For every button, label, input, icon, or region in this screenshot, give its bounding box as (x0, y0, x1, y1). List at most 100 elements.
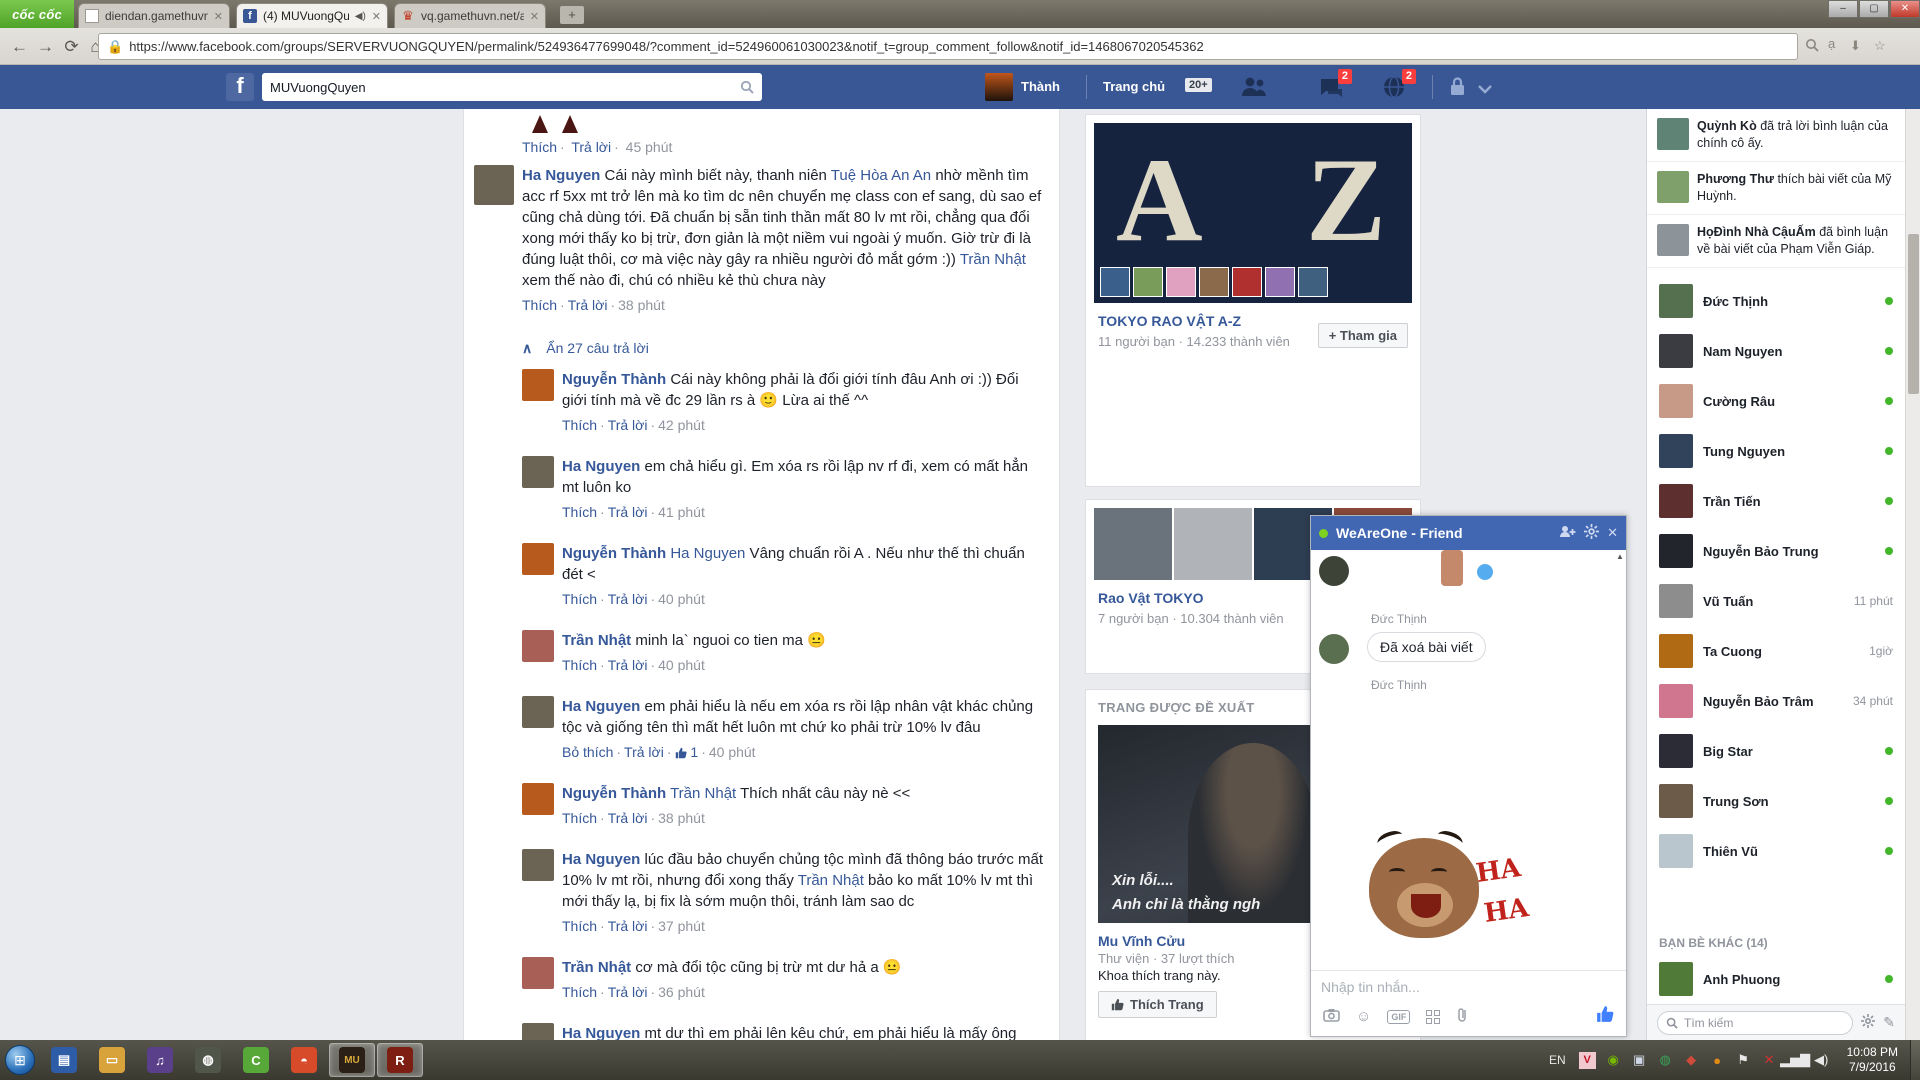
friend-requests-icon[interactable] (1240, 75, 1268, 99)
reply-link[interactable]: Trả lời (568, 297, 608, 313)
contact-row[interactable]: Vũ Tuấn11 phút (1647, 576, 1905, 626)
emoji-smiley-icon[interactable]: ☺ (1356, 1008, 1371, 1025)
like-link[interactable]: Thích (522, 297, 557, 313)
gear-icon[interactable] (1584, 524, 1599, 542)
mention-link[interactable]: Ha Nguyen (670, 545, 745, 562)
contact-row[interactable]: Anh Phuong (1647, 954, 1905, 1004)
camera-icon[interactable] (1323, 1008, 1340, 1026)
search-icon[interactable] (740, 80, 754, 94)
reply-link[interactable]: Trả lời (608, 504, 648, 520)
like-link[interactable]: Thích (562, 417, 597, 433)
like-link[interactable]: Thích (522, 139, 557, 155)
messages-icon[interactable]: 2 (1318, 75, 1346, 99)
unikey-icon[interactable]: V (1579, 1052, 1596, 1069)
contact-row[interactable]: Trần Tiến (1647, 476, 1905, 526)
reply-link[interactable]: Trả lời (608, 810, 648, 826)
group-cover-photo[interactable]: A Z (1094, 123, 1412, 303)
start-button[interactable]: ⊞ (0, 1040, 40, 1080)
mention-link[interactable]: Trần Nhật (670, 785, 736, 802)
chat-settings-gear-icon[interactable] (1861, 1014, 1875, 1031)
contact-row[interactable]: Ta Cuong1giờ (1647, 626, 1905, 676)
reload-icon[interactable]: ⟳ (58, 33, 85, 60)
profile-avatar[interactable] (985, 73, 1013, 101)
new-message-pencil-icon[interactable]: ✎ (1883, 1014, 1895, 1031)
like-count[interactable]: 1 (675, 744, 699, 760)
facebook-search-input[interactable]: MUVuongQuyen (262, 73, 762, 101)
contact-row[interactable]: Nguyễn Bảo Trâm34 phút (1647, 676, 1905, 726)
signal-icon[interactable]: ▂▅▇ (1787, 1052, 1804, 1069)
comment-author-link[interactable]: Ha Nguyen (562, 458, 640, 475)
like-link[interactable]: Thích (562, 984, 597, 1000)
reply-link[interactable]: Trả lời (608, 417, 648, 433)
comment-author-link[interactable]: Ha Nguyen (562, 1025, 640, 1040)
like-link[interactable]: Thích (562, 657, 597, 673)
chat-message-input[interactable]: Nhập tin nhắn... (1311, 970, 1626, 999)
forward-icon[interactable]: → (32, 33, 59, 60)
ccleaner-icon[interactable]: ◆ (1683, 1052, 1700, 1069)
display-icon[interactable]: ▣ (1631, 1052, 1648, 1069)
maximize-button[interactable]: ▢ (1859, 0, 1889, 18)
browser-scrollbar[interactable] (1905, 109, 1920, 1040)
reply-link[interactable]: Trả lời (608, 657, 648, 673)
avatar[interactable] (522, 783, 554, 815)
privacy-lock-icon[interactable] (1448, 75, 1476, 99)
avatar[interactable] (522, 630, 554, 662)
like-link[interactable]: Thích (562, 810, 597, 826)
comment-author-link[interactable]: Nguyễn Thành (562, 371, 666, 388)
close-button[interactable]: ✕ (1890, 0, 1920, 18)
browser-tab[interactable]: ♛vq.gamethuvn.net/accoun...✕ (394, 3, 546, 28)
contact-row[interactable]: Trung Sơn (1647, 776, 1905, 826)
notifications-icon[interactable]: 2 (1382, 75, 1410, 99)
explorer-icon[interactable]: ▤ (41, 1043, 87, 1077)
facebook-logo[interactable]: f (226, 73, 254, 101)
avatar[interactable] (522, 696, 554, 728)
like-link[interactable]: Thích (562, 504, 597, 520)
ticker-actor-link[interactable]: Quỳnh Kò (1697, 119, 1757, 133)
comment-author-link[interactable]: Trần Nhật (562, 959, 631, 976)
contact-row[interactable]: Thiên Vũ (1647, 826, 1905, 876)
ticker-item[interactable]: Quỳnh Kò đã trả lời bình luận của chính … (1647, 109, 1905, 162)
avira-icon[interactable]: ● (1709, 1052, 1726, 1069)
contact-row[interactable]: Nguyễn Bảo Trung (1647, 526, 1905, 576)
like-page-button[interactable]: Thích Trang (1098, 991, 1217, 1018)
sticker-grid-icon[interactable] (1426, 1010, 1440, 1024)
new-tab-button[interactable]: + (560, 6, 584, 24)
zoom-page-icon[interactable] (1805, 38, 1819, 55)
avatar[interactable] (522, 369, 554, 401)
coccoc-app-icon[interactable]: C (233, 1043, 279, 1077)
game-launcher-icon[interactable]: R (377, 1043, 423, 1077)
avatar[interactable] (522, 957, 554, 989)
reply-link[interactable]: Trả lời (624, 744, 664, 760)
settings-app-icon[interactable]: ◍ (185, 1043, 231, 1077)
chat-header[interactable]: WeAreOne - Friend ✕ (1311, 516, 1626, 550)
minimize-button[interactable]: – (1828, 0, 1858, 18)
home-link[interactable]: Trang chủ (1103, 79, 1165, 94)
tab-close-icon[interactable]: ✕ (530, 10, 539, 23)
mention-link[interactable]: Tuệ Hòa An An (831, 167, 931, 184)
ticker-item[interactable]: Phương Thư thích bài viết của Mỹ Huỳnh. (1647, 162, 1905, 215)
translate-icon[interactable]: ạ (1828, 36, 1835, 51)
attach-paperclip-icon[interactable] (1456, 1007, 1468, 1026)
gif-icon[interactable]: GIF (1387, 1010, 1410, 1024)
like-link[interactable]: Thích (562, 591, 597, 607)
avatar[interactable] (522, 543, 554, 575)
reply-link[interactable]: Trả lời (608, 918, 648, 934)
reply-link[interactable]: Trả lời (608, 984, 648, 1000)
join-group-button[interactable]: + Tham gia (1318, 323, 1408, 348)
comment-author-link[interactable]: Ha Nguyen (562, 698, 640, 715)
chat-scrollbar[interactable]: ▲ (1616, 552, 1624, 968)
taskbar-clock[interactable]: 10:08 PM 7/9/2016 (1839, 1045, 1906, 1075)
nvidia-icon[interactable]: ◉ (1605, 1052, 1622, 1069)
media-player-icon[interactable]: ♫ (137, 1043, 183, 1077)
comment-author-link[interactable]: Ha Nguyen (522, 167, 600, 184)
avatar[interactable] (522, 1023, 554, 1040)
send-like-thumb-icon[interactable] (1596, 1005, 1614, 1028)
mention-link[interactable]: Trần Nhật (960, 251, 1026, 268)
chevron-down-icon[interactable] (1478, 81, 1506, 105)
add-person-icon[interactable] (1559, 525, 1576, 541)
idm-icon[interactable]: ◍ (1657, 1052, 1674, 1069)
ticker-actor-link[interactable]: HọĐình Nhà CậuẤm (1697, 225, 1816, 239)
keyboard-language[interactable]: EN (1545, 1053, 1570, 1067)
contact-row[interactable]: Big Star (1647, 726, 1905, 776)
browser-ball-icon[interactable]: ◓ (281, 1043, 327, 1077)
